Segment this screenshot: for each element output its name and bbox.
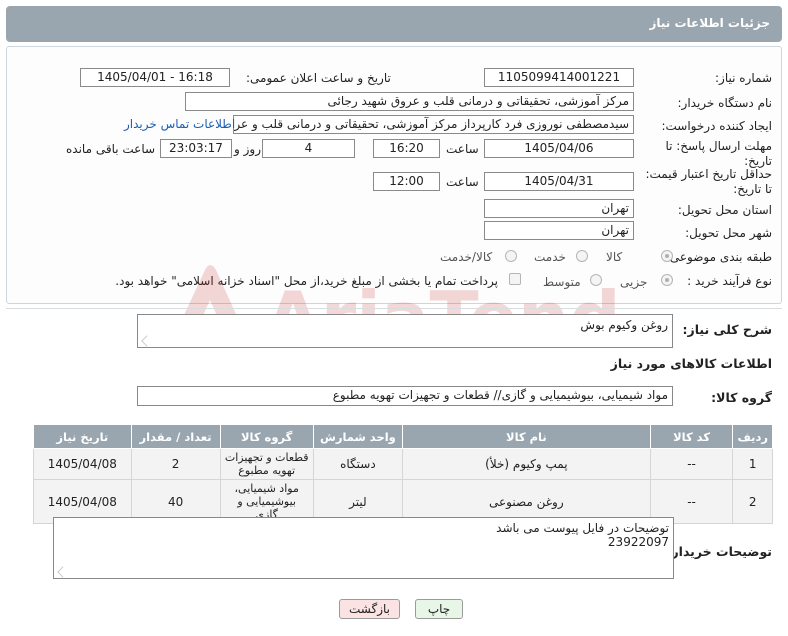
col-header-item-code: کد کالا <box>649 424 734 449</box>
days-label: روز و <box>234 142 261 156</box>
requester-field: سیدمصطفی نوروزی فرد کارپرداز مرکز آموزشی… <box>233 115 634 134</box>
price-time-label: ساعت <box>446 175 479 189</box>
requester-label: ایجاد کننده درخواست: <box>661 119 772 133</box>
process-option-medium: متوسط <box>543 275 581 289</box>
cell-row-number: 1 <box>732 448 773 480</box>
general-desc-text: روغن وکیوم بوش <box>580 318 668 332</box>
goods-group-field: مواد شیمیایی، بیوشیمیایی و گازی// قطعات … <box>137 386 673 406</box>
category-label: طبقه بندی موضوعی: <box>665 250 772 264</box>
reply-deadline-date: 1405/04/06 <box>484 139 634 158</box>
category-radio-goods[interactable] <box>661 250 673 262</box>
reply-deadline-label: مهلت ارسال پاسخ: تا <box>665 139 772 153</box>
buyer-notes-textarea[interactable]: توضیحات در فایل پیوست می باشد 23922097 <box>53 517 674 579</box>
buyer-contact-link[interactable]: اطلاعات تماس خریدار <box>124 117 235 131</box>
cell-need-date: 1405/04/08 <box>33 448 132 480</box>
price-validity-time: 12:00 <box>373 172 440 191</box>
table-row: 1 -- پمپ وکیوم (خلأ) دستگاه قطعات و تجهی… <box>33 448 773 480</box>
page-title: جزئیات اطلاعات نیاز <box>649 16 770 30</box>
purchase-process-label: نوع فرآیند خرید : <box>687 274 772 288</box>
treasury-payment-note: پرداخت تمام یا بخشی از مبلغ خرید،از محل … <box>115 274 498 288</box>
process-radio-medium[interactable] <box>590 274 602 286</box>
delivery-city-label: شهر محل تحویل: <box>685 226 772 240</box>
remaining-time-field: 23:03:17 <box>160 139 232 158</box>
reply-days-field: 4 <box>262 139 355 158</box>
process-radio-minor[interactable] <box>661 274 673 286</box>
price-validity-label-2: تا تاریخ: <box>733 182 772 196</box>
cell-quantity: 2 <box>130 448 221 480</box>
resize-handle-icon[interactable] <box>141 335 153 347</box>
cell-goods-group: قطعات و تجهیزات تهویه مطبوع <box>219 448 314 480</box>
general-desc-textarea[interactable]: روغن وکیوم بوش <box>137 314 673 348</box>
category-radio-both[interactable] <box>505 250 517 262</box>
resize-handle-icon[interactable] <box>57 566 69 578</box>
buyer-notes-label: توضیحات خریدار: <box>666 544 772 559</box>
general-desc-label: شرح کلی نیاز: <box>682 322 772 337</box>
items-section-title: اطلاعات کالاهای مورد نیاز <box>610 356 772 371</box>
cell-item-name: پمپ وکیوم (خلأ) <box>402 448 651 480</box>
delivery-province-label: استان محل تحویل: <box>677 203 772 217</box>
col-header-row-number: ردیف <box>732 424 773 449</box>
category-option-service: خدمت <box>534 250 566 264</box>
remaining-label: ساعت باقی مانده <box>66 142 156 156</box>
print-button[interactable]: چاپ <box>415 599 463 619</box>
cell-unit: دستگاه <box>312 448 404 480</box>
category-option-goods: کالا <box>606 250 623 264</box>
col-header-unit: واحد شمارش <box>312 424 404 449</box>
table-header-row: ردیف کد کالا نام کالا واحد شمارش گروه کا… <box>33 424 773 449</box>
cell-item-code: -- <box>649 448 734 480</box>
delivery-province-field: تهران <box>484 199 634 218</box>
back-button[interactable]: بازگشت <box>339 599 400 619</box>
price-validity-label: حداقل تاریخ اعتبار قیمت: <box>645 167 772 181</box>
announce-datetime-label: تاریخ و ساعت اعلان عمومی: <box>246 71 391 85</box>
reply-deadline-label-2: تاریخ: <box>744 154 772 168</box>
buyer-org-label: نام دستگاه خریدار: <box>677 96 773 110</box>
treasury-payment-checkbox[interactable] <box>509 273 521 285</box>
price-validity-date: 1405/04/31 <box>484 172 634 191</box>
col-header-need-date: تاریخ نیاز <box>33 424 132 449</box>
reply-time-label: ساعت <box>446 142 479 156</box>
goods-group-label: گروه کالا: <box>711 390 772 405</box>
category-radio-service[interactable] <box>576 250 588 262</box>
reply-deadline-time: 16:20 <box>373 139 440 158</box>
divider <box>6 308 782 309</box>
need-number-label: شماره نیاز: <box>715 71 772 85</box>
col-header-item-name: نام کالا <box>402 424 651 449</box>
announce-datetime-field: 1405/04/01 - 16:18 <box>80 68 230 87</box>
buyer-notes-line-1: توضیحات در فایل پیوست می باشد <box>496 521 669 535</box>
buyer-org-field: مرکز آموزشی، تحقیقاتی و درمانی قلب و عرو… <box>185 92 634 111</box>
cell-row-number: 2 <box>732 479 773 524</box>
process-option-minor: جزیی <box>620 275 648 289</box>
items-table: ردیف کد کالا نام کالا واحد شمارش گروه کا… <box>33 424 773 524</box>
page-header: جزئیات اطلاعات نیاز <box>6 6 782 42</box>
delivery-city-field: تهران <box>484 221 634 240</box>
col-header-quantity: تعداد / مقدار <box>130 424 221 449</box>
buyer-notes-line-2: 23922097 <box>607 535 669 549</box>
category-option-both: کالا/خدمت <box>440 250 493 264</box>
need-number-field: 1105099414001221 <box>484 68 634 87</box>
col-header-goods-group: گروه کالا <box>219 424 314 449</box>
